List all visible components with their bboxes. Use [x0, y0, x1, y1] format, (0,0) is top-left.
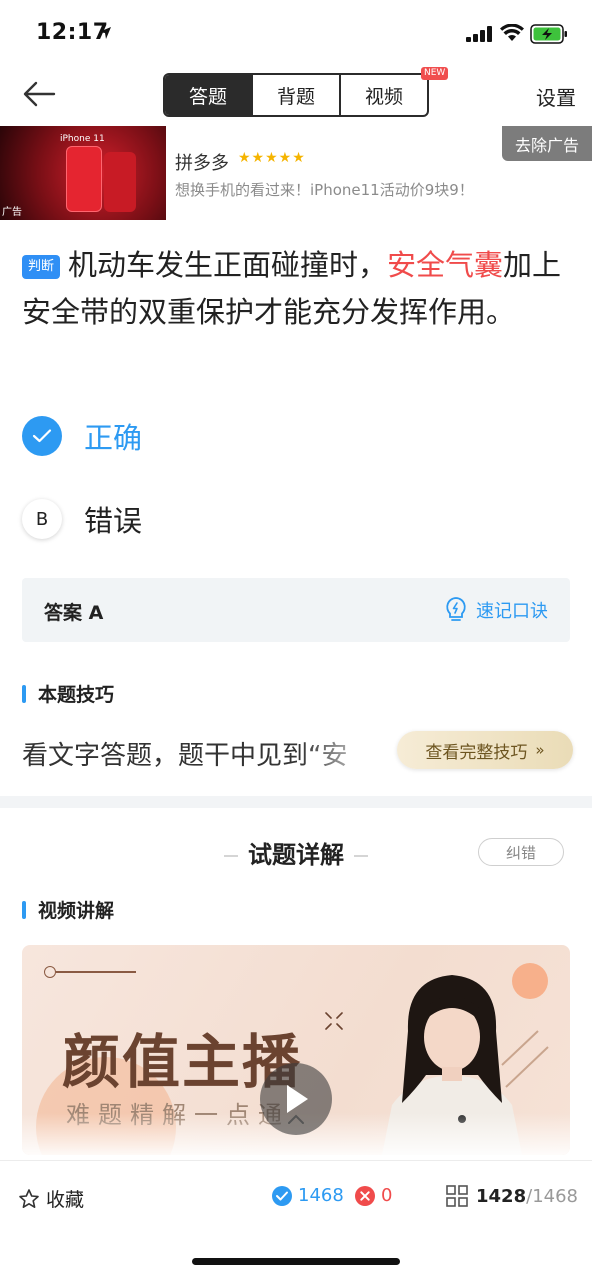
check-circle-icon — [272, 1185, 292, 1206]
view-full-tips-button[interactable]: 查看完整技巧 » — [397, 731, 573, 769]
option-b-label: 错误 — [84, 504, 143, 538]
question-grid-button[interactable]: 1428 / 1468 — [446, 1185, 578, 1207]
decorative-dot — [44, 966, 56, 978]
sparkle-icon — [325, 1012, 343, 1030]
section-accent-bar — [22, 900, 26, 919]
remove-ad-button[interactable]: 去除广告 — [502, 126, 592, 161]
ad-tag: 广告 — [2, 207, 22, 218]
home-indicator[interactable] — [192, 1258, 400, 1265]
grid-icon — [446, 1185, 468, 1207]
phone-illustration — [66, 146, 102, 212]
chevron-up-icon[interactable] — [287, 1113, 305, 1125]
wrong-count-value: 0 — [381, 1185, 393, 1206]
battery-charging-icon — [530, 24, 567, 44]
new-badge: NEW — [421, 67, 449, 80]
ad-rating-stars: ★★★★★ — [238, 150, 306, 166]
tab-answer[interactable]: 答题 — [165, 75, 251, 115]
back-arrow-icon[interactable] — [20, 78, 58, 110]
memo-label: 速记口诀 — [476, 601, 548, 622]
ad-description: 想换手机的看过来！iPhone11活动价9块9！ — [175, 181, 474, 199]
title-dash-right — [354, 855, 368, 857]
option-a-label: 正确 — [84, 421, 143, 455]
answer-label: 答案 A — [44, 602, 104, 624]
question-type-badge: 判断 — [22, 255, 61, 279]
question-text-part1: 机动车发生正面碰撞时， — [68, 248, 388, 282]
check-icon — [22, 416, 62, 456]
tips-title-text: 本题技巧 — [38, 684, 115, 706]
mode-segmented-control: 答题 背题 视频 — [163, 73, 429, 117]
cellular-signal-icon — [466, 26, 492, 42]
answer-box: 答案 A 速记口诀 — [22, 578, 570, 642]
section-divider — [0, 796, 592, 808]
bottom-bar: 收藏 1468 0 1428 / 1468 — [0, 1160, 592, 1232]
option-b[interactable]: B 错误 — [22, 497, 322, 541]
favorite-button[interactable]: 收藏 — [18, 1185, 84, 1212]
wifi-icon — [500, 24, 524, 41]
x-circle-icon — [355, 1185, 375, 1206]
tab-video[interactable]: 视频 — [339, 75, 427, 115]
lightbulb-icon — [446, 597, 466, 621]
correct-count-value: 1468 — [298, 1185, 344, 1206]
question-highlight: 安全气囊 — [387, 248, 504, 282]
settings-button[interactable]: 设置 — [536, 82, 576, 111]
nav-bar: 答题 背题 视频 NEW 设置 — [0, 64, 592, 126]
status-bar: 12:17 — [0, 0, 592, 64]
progress-current: 1428 — [476, 1185, 527, 1207]
wrong-count: 0 — [355, 1185, 392, 1206]
ad-image-title: iPhone 11 — [60, 134, 105, 144]
decorative-line — [56, 971, 136, 973]
option-a[interactable]: 正确 — [22, 414, 322, 458]
view-full-tips-label: 查看完整技巧 — [425, 742, 528, 763]
video-section-title: 视频讲解 — [22, 896, 114, 923]
ad-brand: 拼多多 — [175, 153, 229, 174]
tips-section-title: 本题技巧 — [22, 680, 114, 707]
correct-count: 1468 — [272, 1185, 344, 1206]
ad-banner[interactable]: iPhone 11 广告 拼多多 ★★★★★ 想换手机的看过来！iPhone11… — [0, 126, 592, 220]
ad-image: iPhone 11 广告 — [0, 126, 166, 220]
location-arrow-icon — [99, 27, 111, 39]
tips-fade-overlay — [300, 725, 400, 775]
double-chevron-right-icon: » — [535, 741, 545, 759]
tab-memorize[interactable]: 背题 — [251, 75, 339, 115]
favorite-label: 收藏 — [46, 1189, 85, 1211]
star-outline-icon — [19, 1188, 39, 1208]
section-accent-bar — [22, 684, 26, 703]
option-b-letter: B — [22, 499, 62, 539]
report-error-button[interactable]: 纠错 — [478, 838, 564, 866]
detail-title-text: 试题详解 — [248, 841, 344, 869]
title-dash-left — [224, 855, 238, 857]
video-card[interactable]: 颜值主播 难题精解一点通 — [22, 945, 570, 1155]
question-text: 判断 机动车发生正面碰撞时，安全气囊加上安全带的双重保护才能充分发挥作用。 — [22, 242, 570, 336]
progress-total: 1468 — [532, 1185, 578, 1207]
memo-button[interactable]: 速记口诀 — [444, 596, 548, 624]
video-title-text: 视频讲解 — [38, 900, 115, 922]
phone-illustration-back — [104, 152, 136, 212]
